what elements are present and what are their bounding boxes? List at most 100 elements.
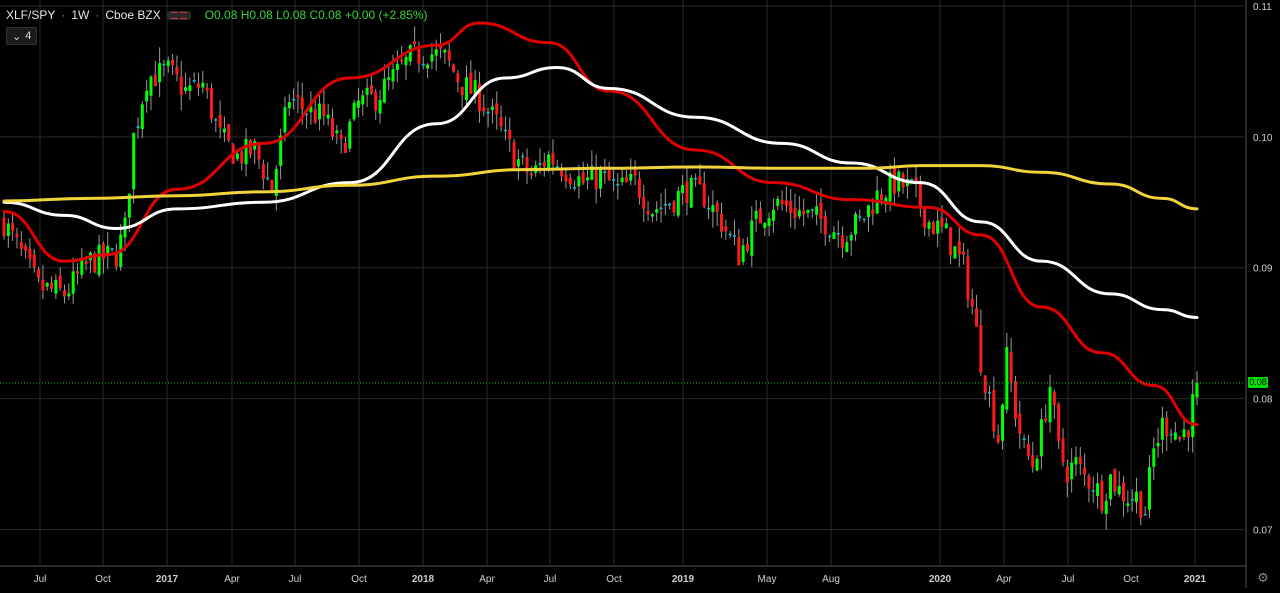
- time-tick-label: Oct: [351, 574, 367, 585]
- candle: [28, 238, 32, 268]
- candle-body: [11, 223, 15, 231]
- candle-body: [318, 103, 322, 120]
- candle: [1195, 371, 1199, 406]
- candle: [758, 201, 762, 224]
- time-tick-label: Apr: [479, 574, 495, 585]
- candle-body: [944, 223, 948, 229]
- candle: [240, 147, 244, 171]
- time-tick-label: Apr: [996, 574, 1012, 585]
- candle-body: [996, 434, 1000, 443]
- candle: [866, 204, 870, 232]
- candle: [2, 212, 6, 240]
- candle-body: [426, 64, 430, 69]
- chart-canvas[interactable]: 0.11 0.10 0.09 0.08 0.07 Jul Oct 2017 Apr Jul Oct…: [0, 0, 1280, 588]
- candle-body: [1009, 351, 1013, 383]
- candle: [88, 250, 92, 274]
- time-tick-label: Apr: [224, 574, 240, 585]
- candle-body: [162, 63, 166, 66]
- candle: [54, 274, 58, 299]
- candle: [949, 227, 953, 265]
- candle: [456, 70, 460, 93]
- candle-body: [382, 78, 386, 103]
- candle-body: [776, 198, 780, 206]
- flag-icon[interactable]: [166, 10, 191, 20]
- candle: [728, 230, 732, 239]
- candle-body: [175, 66, 179, 75]
- candle-body: [866, 205, 870, 217]
- candle: [650, 212, 654, 223]
- candle: [45, 282, 49, 291]
- candle: [905, 168, 909, 199]
- symbol-label[interactable]: XLF/SPY: [6, 8, 55, 22]
- price-tick-label: 0.08: [1253, 395, 1273, 406]
- candle: [624, 170, 628, 183]
- candle-body: [542, 161, 546, 167]
- interval-label[interactable]: 1W: [71, 8, 89, 22]
- candle-body: [179, 76, 183, 95]
- candle-body: [988, 391, 992, 394]
- candle: [80, 248, 84, 279]
- candle-body: [50, 282, 54, 289]
- candle-body: [763, 222, 767, 228]
- candle-body: [283, 107, 287, 133]
- candle: [707, 195, 711, 220]
- candle: [15, 227, 19, 249]
- gear-icon[interactable]: ⚙: [1256, 571, 1270, 585]
- candle-body: [1109, 474, 1113, 500]
- candle: [767, 212, 771, 237]
- candle: [715, 200, 719, 226]
- candle: [616, 172, 620, 200]
- candle-body: [227, 124, 231, 141]
- candle: [369, 75, 373, 95]
- candle: [988, 385, 992, 407]
- candle: [421, 56, 425, 70]
- candle-body: [741, 245, 745, 262]
- candle: [568, 173, 572, 190]
- candle-body: [19, 242, 23, 249]
- candle: [957, 227, 961, 267]
- candle-body: [1065, 466, 1069, 483]
- candle-body: [685, 181, 689, 204]
- candle: [266, 162, 270, 181]
- candle-body: [676, 190, 680, 216]
- candle-body: [780, 199, 784, 205]
- candle-body: [1061, 438, 1065, 463]
- candle: [209, 83, 213, 123]
- candle: [279, 128, 283, 180]
- price-chart[interactable]: 0.11 0.10 0.09 0.08 0.07 Jul Oct 2017 Apr Jul Oct…: [0, 0, 1280, 588]
- candle: [469, 60, 473, 95]
- candle: [897, 169, 901, 198]
- candle: [222, 116, 226, 142]
- candle: [936, 208, 940, 248]
- candle: [1165, 411, 1169, 452]
- candle: [672, 199, 676, 217]
- time-tick-label: Jul: [1062, 574, 1075, 585]
- candle-body: [949, 227, 953, 256]
- candle: [1061, 428, 1065, 467]
- candle: [970, 288, 974, 315]
- candle-body: [145, 90, 149, 102]
- candle-body: [71, 271, 75, 294]
- candle-body: [296, 94, 300, 98]
- candle: [465, 65, 469, 106]
- candle-body: [745, 243, 749, 251]
- candle-body: [923, 207, 927, 228]
- indicators-toggle-button[interactable]: ⌄ 4: [6, 27, 38, 45]
- candle-body: [1074, 457, 1078, 465]
- candle-body: [331, 117, 335, 137]
- candle-body: [1018, 413, 1022, 434]
- candle-body: [1052, 391, 1056, 406]
- candle: [1044, 404, 1048, 423]
- candle-body: [417, 48, 421, 64]
- candle: [711, 190, 715, 228]
- candle: [780, 190, 784, 211]
- indicators-count: 4: [25, 30, 32, 42]
- candle-body: [979, 324, 983, 373]
- candle-body: [352, 102, 356, 120]
- candle-body: [815, 206, 819, 215]
- candle-body: [573, 187, 577, 189]
- candle-body: [1191, 394, 1195, 438]
- candle: [646, 201, 650, 221]
- candle: [214, 118, 218, 133]
- candle: [901, 171, 905, 194]
